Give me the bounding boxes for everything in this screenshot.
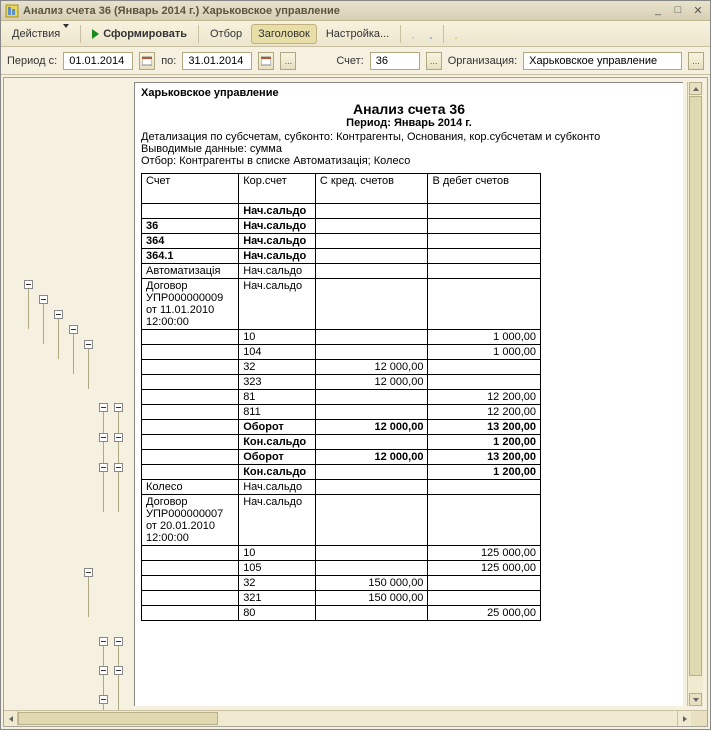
settings-button[interactable]: Настройка...: [319, 24, 396, 44]
scroll-thumb[interactable]: [689, 96, 702, 676]
table-row[interactable]: 81112 200,00: [142, 405, 541, 420]
account-select-button[interactable]: ...: [426, 52, 442, 70]
account-input[interactable]: [370, 52, 420, 70]
titlebar: Анализ счета 36 (Январь 2014 г.) Харьков…: [1, 1, 710, 21]
collapse-toggle[interactable]: [114, 403, 123, 412]
collapse-toggle[interactable]: [54, 310, 63, 319]
window-title: Анализ счета 36 (Январь 2014 г.) Харьков…: [23, 5, 650, 17]
table-row[interactable]: 364Нач.сальдо: [142, 234, 541, 249]
collapse-toggle[interactable]: [99, 403, 108, 412]
filter-button[interactable]: Отбор: [203, 24, 249, 44]
toolbar: Действия Сформировать Отбор Заголовок На…: [1, 21, 710, 47]
collapse-toggle[interactable]: [114, 463, 123, 472]
collapse-toggle[interactable]: [99, 637, 108, 646]
report-org: Харьковское управление: [141, 87, 677, 99]
collapse-toggle[interactable]: [114, 637, 123, 646]
save-settings-icon[interactable]: [423, 26, 439, 42]
period-from-input[interactable]: [63, 52, 133, 70]
table-row[interactable]: 32150 000,00: [142, 576, 541, 591]
restore-settings-icon[interactable]: [405, 26, 421, 42]
table-row[interactable]: 8025 000,00: [142, 606, 541, 621]
table-row[interactable]: 321150 000,00: [142, 591, 541, 606]
scroll-up-button[interactable]: [689, 82, 702, 95]
org-input[interactable]: [523, 52, 682, 70]
report-filter: Отбор: Контрагенты в списке Автоматизаці…: [141, 155, 677, 167]
vertical-scrollbar[interactable]: [687, 82, 703, 706]
play-icon: [92, 29, 99, 39]
collapse-toggle[interactable]: [84, 568, 93, 577]
period-select-button[interactable]: ...: [280, 52, 296, 70]
collapse-toggle[interactable]: [99, 463, 108, 472]
collapse-toggle[interactable]: [99, 666, 108, 675]
collapse-toggle[interactable]: [39, 295, 48, 304]
collapse-toggle[interactable]: [114, 666, 123, 675]
table-row[interactable]: 105125 000,00: [142, 561, 541, 576]
report-title: Анализ счета 36: [141, 101, 677, 117]
collapse-toggle[interactable]: [69, 325, 78, 334]
table-header: С кред. счетов: [315, 174, 428, 204]
table-row[interactable]: 101 000,00: [142, 330, 541, 345]
collapse-toggle[interactable]: [114, 433, 123, 442]
table-row[interactable]: 8112 200,00: [142, 390, 541, 405]
table-row[interactable]: Договор УПР000000007 от 20.01.2010 12:00…: [142, 495, 541, 546]
period-from-calendar[interactable]: [139, 52, 155, 70]
table-row[interactable]: Нач.сальдо: [142, 204, 541, 219]
horizontal-scrollbar[interactable]: [4, 710, 707, 726]
table-row[interactable]: 10125 000,00: [142, 546, 541, 561]
table-row[interactable]: 364.1Нач.сальдо: [142, 249, 541, 264]
table-row[interactable]: Кон.сальдо1 200,00: [142, 435, 541, 450]
generate-button[interactable]: Сформировать: [85, 25, 194, 43]
org-select-button[interactable]: ...: [688, 52, 704, 70]
report-period: Период: Январь 2014 г.: [141, 117, 677, 129]
params-bar: Период с: по: ... Счет: ... Организация:…: [1, 47, 710, 75]
table-row[interactable]: Оборот12 000,0013 200,00: [142, 450, 541, 465]
table-row[interactable]: 3212 000,00: [142, 360, 541, 375]
table-row[interactable]: Оборот12 000,0013 200,00: [142, 420, 541, 435]
table-row[interactable]: Договор УПР000000009 от 11.01.2010 12:00…: [142, 279, 541, 330]
app-icon: [5, 4, 19, 18]
table-row[interactable]: АвтоматизаціяНач.сальдо: [142, 264, 541, 279]
account-label: Счет:: [336, 55, 363, 67]
table-row[interactable]: 32312 000,00: [142, 375, 541, 390]
collapse-toggle[interactable]: [99, 695, 108, 704]
collapse-toggle[interactable]: [84, 340, 93, 349]
report-area: Харьковское управление Анализ счета 36 П…: [4, 78, 707, 710]
table-header: Счет: [142, 174, 239, 204]
period-to-label: по:: [161, 55, 176, 67]
header-button[interactable]: Заголовок: [251, 24, 317, 44]
maximize-button[interactable]: □: [670, 4, 686, 18]
tree-gutter: [4, 78, 134, 710]
table-row[interactable]: Кон.сальдо1 200,00: [142, 465, 541, 480]
report-output: Выводимые данные: сумма: [141, 143, 677, 155]
actions-label: Действия: [12, 28, 60, 40]
table-row[interactable]: 36Нач.сальдо: [142, 219, 541, 234]
table-header: Кор.счет: [239, 174, 316, 204]
actions-menu[interactable]: Действия: [5, 24, 76, 44]
period-to-input[interactable]: [182, 52, 252, 70]
close-button[interactable]: ✕: [690, 4, 706, 18]
report-detail: Детализация по субсчетам, субконто: Конт…: [141, 131, 677, 143]
org-label: Организация:: [448, 55, 517, 67]
generate-label: Сформировать: [103, 28, 187, 40]
table-row[interactable]: 1041 000,00: [142, 345, 541, 360]
table-header: В дебет счетов: [428, 174, 541, 204]
help-icon[interactable]: ?: [448, 26, 464, 42]
period-to-calendar[interactable]: [258, 52, 274, 70]
collapse-toggle[interactable]: [24, 280, 33, 289]
period-from-label: Период с:: [7, 55, 57, 67]
collapse-toggle[interactable]: [99, 433, 108, 442]
report-table: СчетКор.счетС кред. счетовВ дебет счетов…: [141, 173, 541, 621]
minimize-button[interactable]: _: [650, 4, 666, 18]
report-document: Харьковское управление Анализ счета 36 П…: [134, 82, 683, 706]
table-row[interactable]: КолесоНач.сальдо: [142, 480, 541, 495]
scroll-down-button[interactable]: [689, 693, 702, 706]
